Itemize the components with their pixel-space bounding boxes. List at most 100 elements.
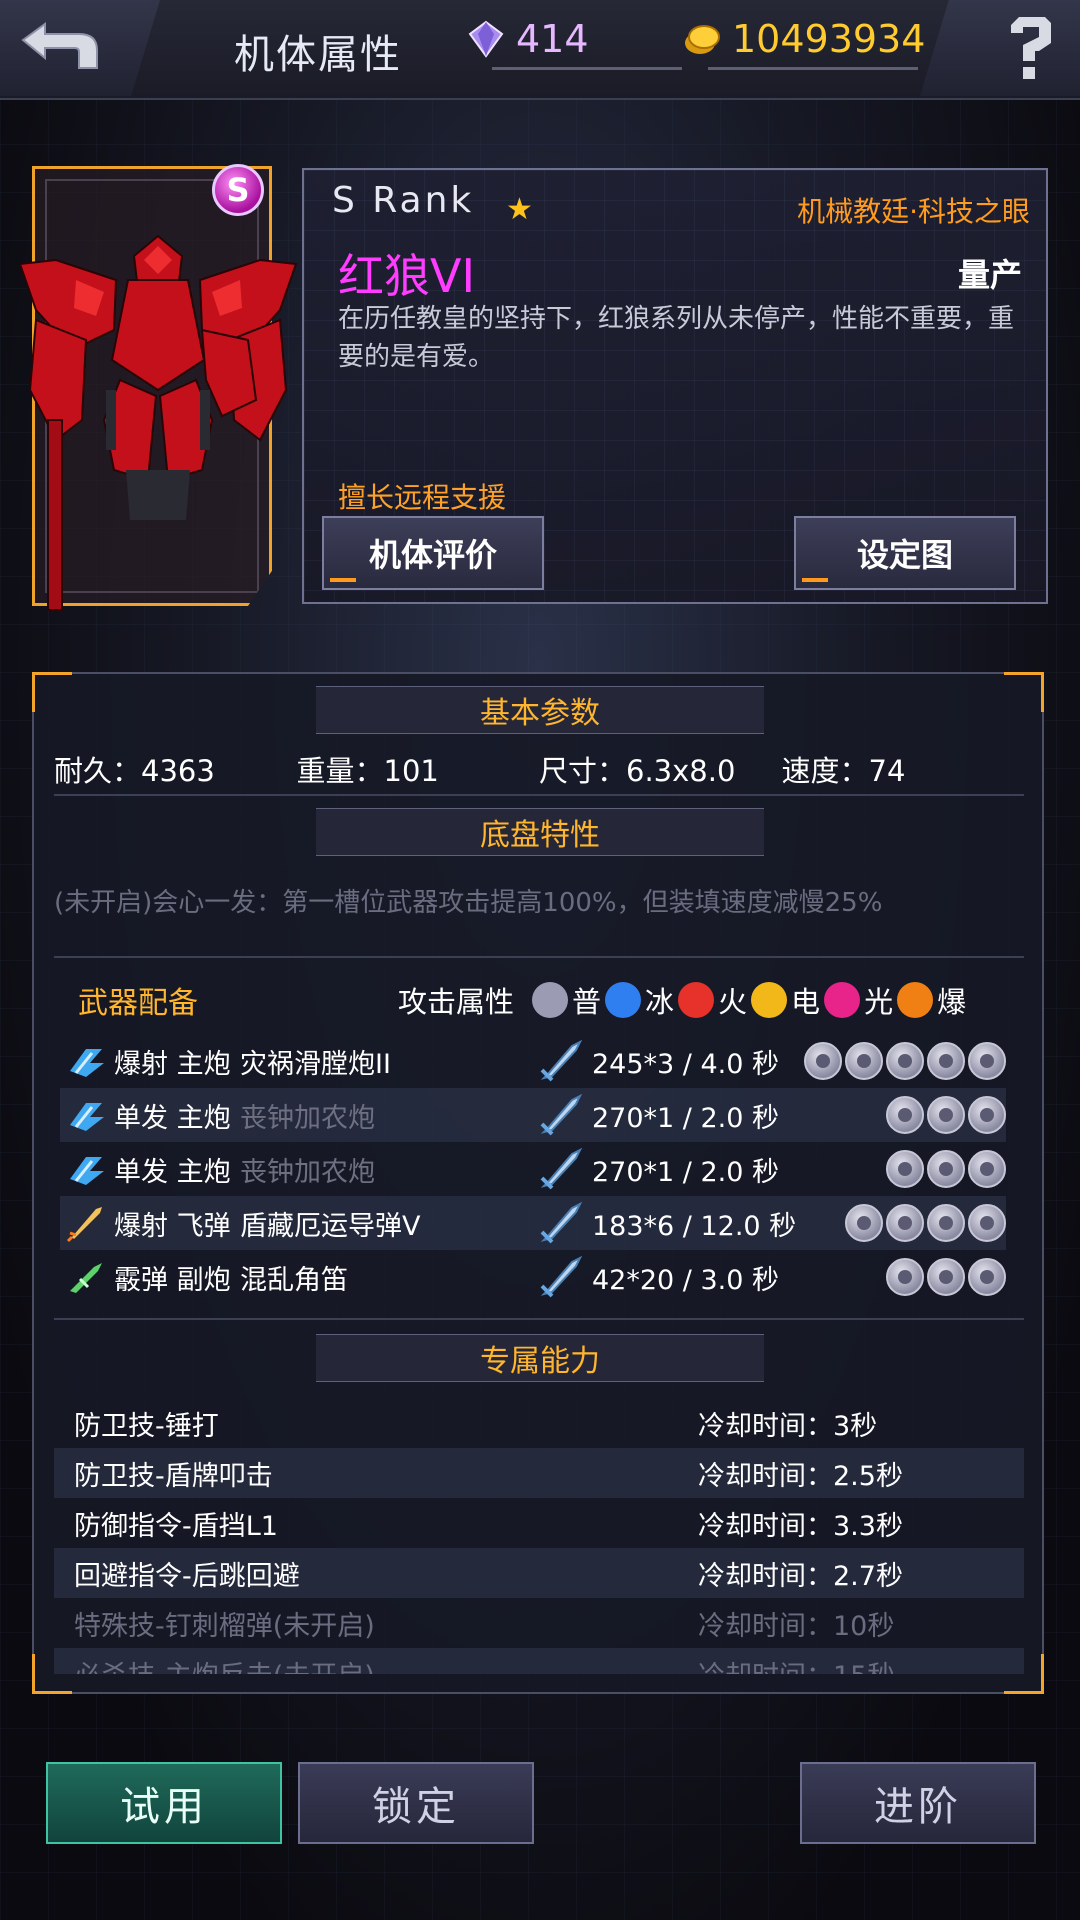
back-button[interactable] [0,0,160,96]
mech-image[interactable] [16,220,300,620]
skill-name: 必杀技-主炮反击(未开启) [74,1654,375,1675]
skill-cooldown: 冷却时间：3.3秒 [698,1510,903,1542]
weapon-name: 灾祸滑膛炮II [240,1048,391,1080]
gem-underline [492,67,682,70]
mech-description: 在历任教皇的坚持下，红狼系列从未停产，性能不重要，重要的是有爱。 [338,304,1015,372]
skill-name: 回避指令-后跳回避 [74,1560,300,1592]
help-button[interactable] [920,0,1080,96]
coin-count: 10493934 [732,17,926,61]
element-label: 爆 [937,985,967,1019]
mod-slots [883,1150,1006,1188]
weapon-list[interactable]: 爆射 主炮 灾祸滑膛炮II 245*3 / 4.0 秒单发 主炮 丧钟加农炮 270*1… [60,1034,1006,1312]
mod-slot-icon[interactable] [886,1096,924,1134]
mod-slots [883,1096,1006,1134]
attack-attribute-label: 攻击属性 [398,985,515,1019]
divider [54,1318,1024,1320]
skill-list[interactable]: 防卫技-锤打 冷却时间：3秒 防卫技-盾牌叩击 冷却时间：2.5秒防御指令-盾挡L1 冷… [54,1398,1024,1674]
skill-cooldown: 冷却时间：2.5秒 [698,1460,903,1492]
weight-stat: 重量：101 [296,754,439,788]
durability-stat: 耐久：4363 [54,754,215,788]
mod-slot-icon[interactable] [804,1042,842,1080]
coin-icon [685,25,720,54]
weapon-row[interactable]: 爆射 飞弹 盾藏厄运导弹V 183*6 / 12.0 秒 [60,1196,1006,1250]
mod-slot-icon[interactable] [927,1096,965,1134]
stats-panel: 基本参数 耐久：4363 重量：101 尺寸：6.3x8.0 速度：74 底盘特… [32,672,1044,1694]
mod-slot-icon[interactable] [886,1150,924,1188]
skill-row[interactable]: 防御指令-盾挡L1 冷却时间：3.3秒 [54,1498,1024,1548]
skill-row[interactable]: 必杀技-主炮反击(未开启) 冷却时间：15秒 [54,1648,1024,1674]
production-status: 量产 [957,256,1022,294]
weapon-type: 单发 主炮 [114,1156,231,1188]
weapon-row[interactable]: 单发 主炮 丧钟加农炮 270*1 / 2.0 秒 [60,1142,1006,1196]
weapon-damage: 245*3 / 4.0 秒 [592,1048,779,1080]
mod-slot-icon[interactable] [968,1042,1006,1080]
button-accent [330,578,356,582]
lock-button[interactable]: 锁定 [298,1762,534,1844]
star-icon: ★ [506,192,533,227]
light-element-icon [824,982,861,1018]
skill-cooldown: 冷却时间：2.7秒 [698,1560,903,1592]
exclusive-abilities-header: 专属能力 [316,1334,764,1382]
mod-slot-icon[interactable] [886,1204,924,1242]
skill-row[interactable]: 防卫技-盾牌叩击 冷却时间：2.5秒 [54,1448,1024,1498]
back-arrow-icon [21,22,98,69]
corner-accent [32,672,72,712]
question-mark-icon [1011,17,1051,79]
mod-slot-icon[interactable] [927,1258,965,1296]
weapon-row[interactable]: 霰弹 副炮 混乱角笛 42*20 / 3.0 秒 [60,1250,1006,1304]
sword-attack-icon [540,1147,583,1190]
skill-row[interactable]: 特殊技-钉刺榴弹(未开启) 冷却时间：10秒 [54,1598,1024,1648]
coin-counter: 10493934 [682,14,926,70]
electric-element-icon [751,982,788,1018]
skill-cooldown: 冷却时间：10秒 [698,1610,895,1642]
weapon-type: 单发 主炮 [114,1102,231,1134]
basic-params-header: 基本参数 [316,686,764,734]
skill-cooldown: 冷却时间：3秒 [698,1410,878,1442]
mod-slot-icon[interactable] [886,1258,924,1296]
skill-name: 防御指令-盾挡L1 [74,1510,278,1542]
mod-slot-icon[interactable] [927,1204,965,1242]
gem-count: 414 [516,17,589,61]
mech-review-button[interactable]: 机体评价 [322,516,544,590]
mod-slot-icon[interactable] [845,1042,883,1080]
try-button[interactable]: 试用 [46,1762,282,1844]
skill-name: 特殊技-钉刺榴弹(未开启) [74,1610,375,1642]
element-1: 冰 [605,979,674,1021]
ice-element-icon [605,982,642,1018]
mod-slot-icon[interactable] [968,1150,1006,1188]
mod-slot-icon[interactable] [927,1042,965,1080]
size-stat: 尺寸：6.3x8.0 [539,754,736,788]
blue-cannon-icon [70,1103,104,1131]
mech-info-panel: S Rank ★ 机械教廷·科技之眼 红狼VI 量产 在历任教皇的坚持下，红狼系… [302,168,1048,604]
page-title: 机体属性 [234,32,402,78]
mod-slot-icon[interactable] [968,1096,1006,1134]
basic-stats-row: 耐久：4363 重量：101 尺寸：6.3x8.0 速度：74 [54,748,1024,790]
mod-slot-icon[interactable] [927,1150,965,1188]
green-gun-icon [70,1263,102,1293]
weapon-damage: 270*1 / 2.0 秒 [592,1102,779,1134]
gem-counter: 414 [466,14,682,70]
sword-attack-icon [540,1201,583,1244]
element-label: 火 [718,985,748,1019]
normal-element-icon [532,982,568,1018]
fire-element-icon [678,982,715,1018]
weapon-damage: 270*1 / 2.0 秒 [592,1156,779,1188]
weapon-row[interactable]: 爆射 主炮 灾祸滑膛炮II 245*3 / 4.0 秒 [60,1034,1006,1088]
sword-attack-icon [540,1039,583,1082]
mod-slots [883,1258,1006,1296]
button-accent [802,578,828,582]
skill-row[interactable]: 防卫技-锤打 冷却时间：3秒 [54,1398,1024,1448]
weapon-row[interactable]: 单发 主炮 丧钟加农炮 270*1 / 2.0 秒 [60,1088,1006,1142]
element-label: 冰 [645,985,675,1019]
element-label: 普 [572,985,602,1019]
mod-slot-icon[interactable] [886,1042,924,1080]
mod-slot-icon[interactable] [845,1204,883,1242]
design-sketch-button[interactable]: 设定图 [794,516,1016,590]
skill-row[interactable]: 回避指令-后跳回避 冷却时间：2.7秒 [54,1548,1024,1598]
mod-slot-icon[interactable] [968,1204,1006,1242]
speed-stat: 速度：74 [781,754,906,788]
blue-cannon-icon [70,1157,104,1185]
mech-review-label: 机体评价 [368,536,497,574]
mod-slot-icon[interactable] [968,1258,1006,1296]
advance-button[interactable]: 进阶 [800,1762,1036,1844]
